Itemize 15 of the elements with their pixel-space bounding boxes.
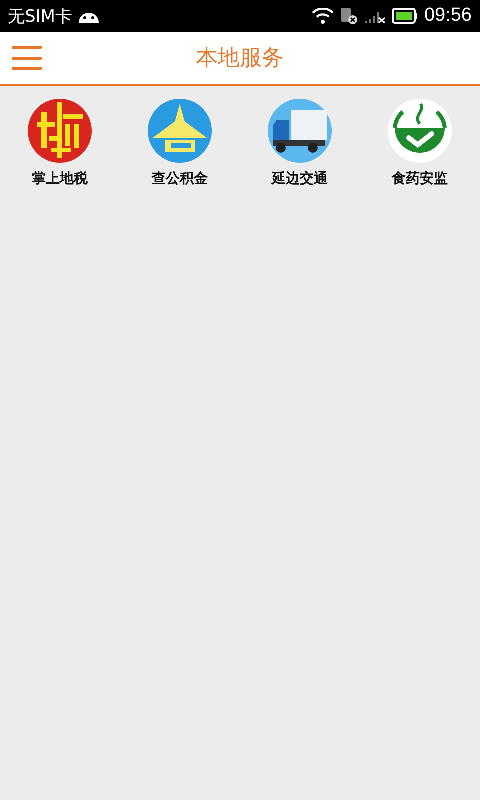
- page-title: 本地服务: [196, 45, 284, 73]
- wifi-icon: [312, 8, 334, 24]
- check-cup-logo-icon: [387, 98, 453, 164]
- service-item[interactable]: 查公积金: [120, 96, 240, 190]
- sim-card-icon: [340, 7, 358, 25]
- menu-button[interactable]: [12, 46, 42, 70]
- service-item[interactable]: 食药安监: [360, 96, 480, 190]
- truck-icon: [267, 98, 333, 164]
- pagoda-logo-icon: [147, 98, 213, 164]
- battery-icon: [392, 8, 418, 24]
- clock-text: 09:56: [424, 5, 472, 27]
- service-item[interactable]: 掌上地税: [0, 96, 120, 190]
- tax-logo-icon: [27, 98, 93, 164]
- service-item[interactable]: 延边交通: [240, 96, 360, 190]
- carrier-text: 无SIM卡: [8, 6, 72, 28]
